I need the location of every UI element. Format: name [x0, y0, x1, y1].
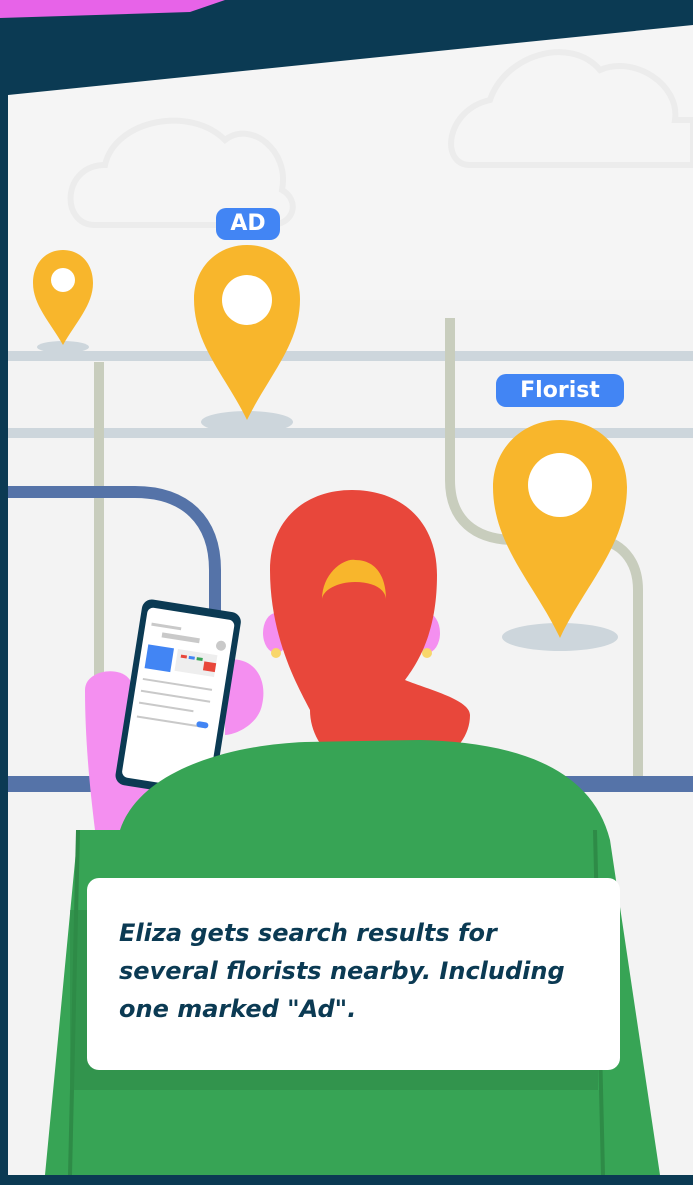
florist-badge: Florist: [496, 374, 624, 407]
ad-badge: AD: [216, 208, 280, 240]
caption-card: Eliza gets search results for several fl…: [87, 878, 620, 1070]
map-pin-florist-hole: [528, 453, 592, 517]
map-pin-small-hole: [51, 268, 75, 292]
map-pin-ad-hole: [222, 275, 272, 325]
road-top: [8, 351, 693, 361]
caption-text: Eliza gets search results for several fl…: [119, 919, 565, 1023]
illustration-stage: AD Florist Eliza gets search results for…: [0, 0, 693, 1185]
